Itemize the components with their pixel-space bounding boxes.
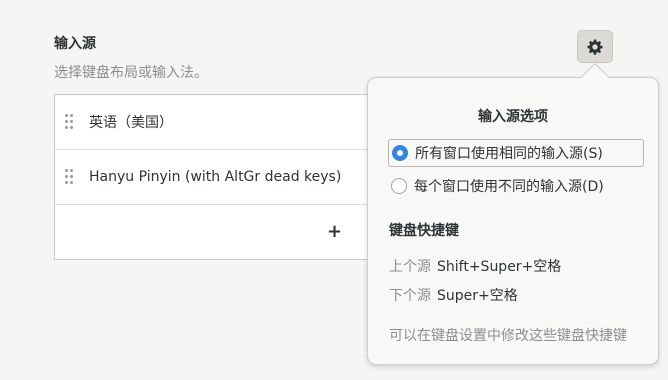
- shortcut-keys: Shift+Super+空格: [437, 259, 562, 275]
- input-source-row[interactable]: 英语（美国）: [55, 95, 383, 150]
- radio-unselected-icon[interactable]: [391, 178, 407, 194]
- input-source-options-button[interactable]: [577, 30, 613, 63]
- radio-different-source[interactable]: 每个窗口使用不同的输入源(D): [388, 172, 644, 200]
- input-source-list: 英语（美国） Hanyu Pinyin (with AltGr dead key…: [54, 94, 384, 260]
- drag-handle-icon[interactable]: [65, 169, 73, 185]
- radio-label: 每个窗口使用不同的输入源(D): [414, 179, 604, 195]
- input-source-label: 英语（美国）: [89, 115, 173, 131]
- add-input-source-button[interactable]: +: [55, 205, 383, 260]
- add-icon: +: [327, 221, 343, 242]
- input-source-label: Hanyu Pinyin (with AltGr dead keys): [89, 169, 342, 185]
- radio-same-source[interactable]: 所有窗口使用相同的输入源(S): [388, 139, 644, 167]
- input-source-row[interactable]: Hanyu Pinyin (with AltGr dead keys): [55, 150, 383, 205]
- shortcut-settings-note: 可以在键盘设置中修改这些键盘快捷键: [389, 328, 627, 344]
- shortcuts-title: 键盘快捷键: [389, 223, 459, 239]
- shortcut-previous-source: 上个源 Shift+Super+空格: [389, 256, 561, 276]
- section-title: 输入源: [54, 36, 96, 52]
- shortcut-keys: Super+空格: [437, 288, 518, 304]
- drag-handle-icon[interactable]: [65, 114, 73, 130]
- shortcut-name: 下个源: [389, 288, 431, 304]
- gear-icon: [587, 39, 603, 55]
- shortcut-next-source: 下个源 Super+空格: [389, 285, 518, 305]
- popover-title: 输入源选项: [478, 109, 548, 125]
- input-source-options-popover: 输入源选项 所有窗口使用相同的输入源(S) 每个窗口使用不同的输入源(D) 键盘…: [367, 77, 659, 365]
- shortcut-name: 上个源: [389, 259, 431, 275]
- radio-label: 所有窗口使用相同的输入源(S): [415, 146, 603, 162]
- section-subtitle: 选择键盘布局或输入法。: [54, 65, 208, 81]
- radio-selected-icon[interactable]: [392, 145, 408, 161]
